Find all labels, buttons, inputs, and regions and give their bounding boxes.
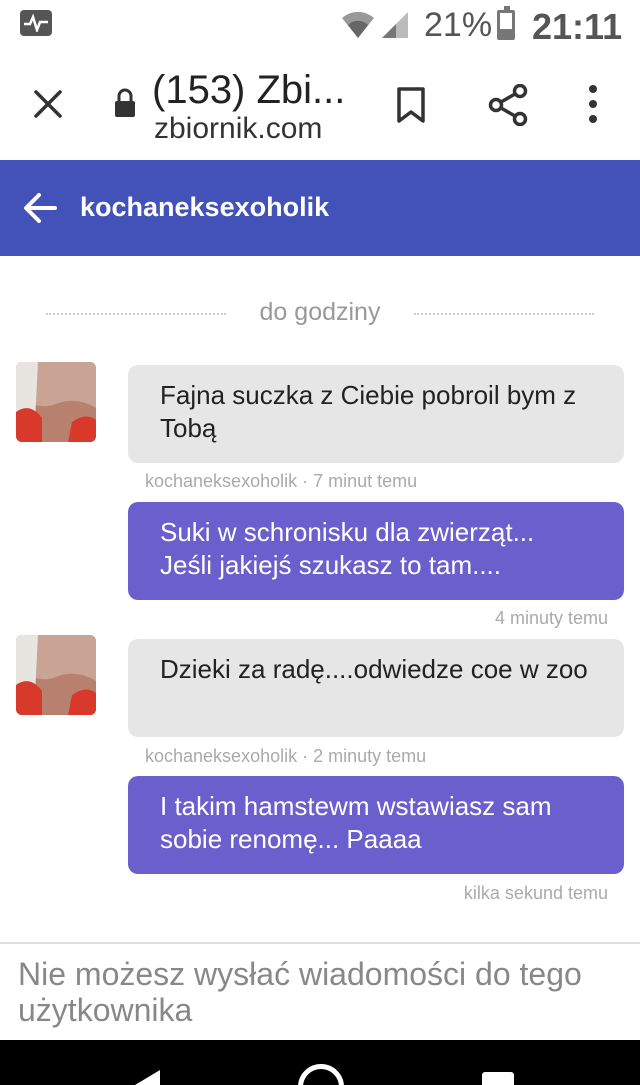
- message-bubble-outgoing: Suki w schronisku dla zwierząt... Jeśli …: [128, 502, 624, 600]
- battery-percent: 21%: [424, 6, 493, 44]
- message-meta: kochaneksexoholik · 2 minuty temu: [145, 746, 427, 766]
- message-meta: 4 minuty temu: [494, 608, 608, 628]
- clock: 21:11: [532, 6, 623, 47]
- battery-icon: [497, 6, 515, 40]
- message-meta: kilka sekund temu: [463, 883, 608, 903]
- message-bubble-incoming: Fajna suczka z Ciebie pobroil bym z Tobą: [128, 365, 624, 463]
- messaging-disabled-notice: Nie możesz wysłać wiadomości do tego uży…: [18, 956, 582, 1028]
- bookmark-icon[interactable]: [396, 86, 426, 124]
- android-nav-bar: [0, 1040, 640, 1085]
- more-icon[interactable]: [586, 84, 600, 124]
- date-divider: do godziny: [46, 296, 594, 330]
- footer-divider: [0, 942, 640, 944]
- avatar[interactable]: [16, 362, 96, 442]
- avatar[interactable]: [16, 635, 96, 715]
- browser-toolbar: (153) Zbi... zbiornik.com: [0, 52, 640, 160]
- nav-back-icon[interactable]: [128, 1068, 162, 1085]
- activity-icon: [20, 10, 52, 36]
- status-bar: 21% 21:11: [0, 0, 640, 52]
- page-title[interactable]: (153) Zbi...: [152, 68, 345, 113]
- close-icon[interactable]: [30, 86, 66, 122]
- message-bubble-incoming: Dzieki za radę....odwiedze coe w zoo: [128, 639, 624, 737]
- chat-header: kochaneksexoholik: [0, 160, 640, 256]
- signal-icon: [382, 12, 408, 38]
- lock-icon: [115, 88, 135, 117]
- back-arrow-icon[interactable]: [22, 190, 58, 226]
- page-domain[interactable]: zbiornik.com: [154, 112, 322, 146]
- message-bubble-outgoing: I takim hamstewm wstawiasz sam sobie ren…: [128, 776, 624, 874]
- nav-home-icon[interactable]: [298, 1064, 344, 1085]
- chat-username[interactable]: kochaneksexoholik: [80, 192, 329, 223]
- share-icon[interactable]: [488, 84, 528, 126]
- wifi-icon: [342, 11, 374, 38]
- message-meta: kochaneksexoholik · 7 minut temu: [145, 471, 418, 491]
- nav-recent-apps-icon[interactable]: [482, 1072, 514, 1085]
